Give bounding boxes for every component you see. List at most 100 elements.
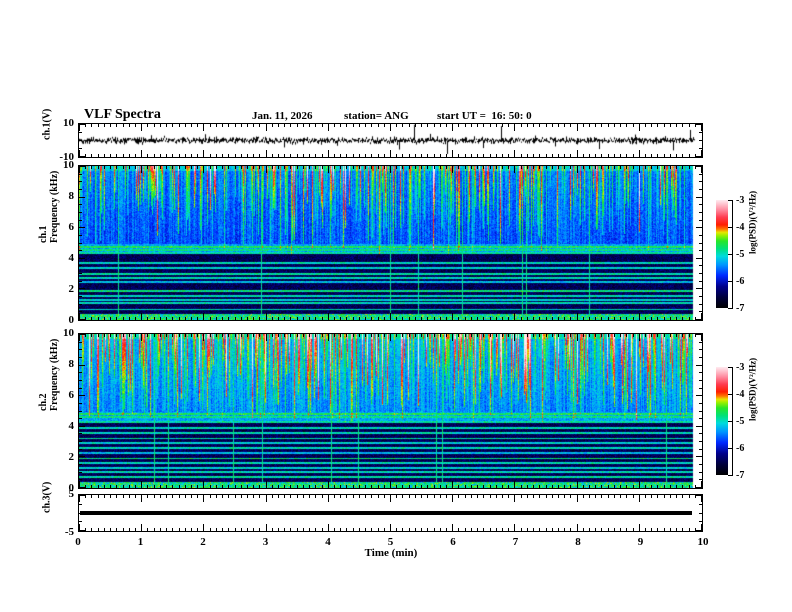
- x-tick: [514, 495, 515, 502]
- x-tick: [359, 124, 360, 127]
- x-tick: [427, 495, 428, 498]
- x-tick: [402, 166, 403, 169]
- x-tick: [110, 317, 111, 320]
- x-tick: [546, 495, 547, 498]
- x-tick: [514, 481, 515, 488]
- x-tick: [228, 166, 229, 169]
- x-tick: [284, 154, 285, 157]
- time-tick-label: 4: [325, 536, 331, 548]
- x-tick: [452, 334, 453, 341]
- x-tick: [91, 495, 92, 498]
- x-tick: [471, 528, 472, 531]
- x-tick: [290, 154, 291, 157]
- x-tick: [471, 124, 472, 127]
- x-tick: [228, 485, 229, 488]
- x-tick: [570, 485, 571, 488]
- x-tick: [203, 495, 204, 502]
- x-tick: [266, 150, 267, 157]
- x-tick: [446, 495, 447, 498]
- x-tick: [458, 124, 459, 127]
- y-tick: [699, 521, 702, 522]
- y-tick: [699, 235, 702, 236]
- x-tick: [179, 485, 180, 488]
- freq-tick-label-ch1: 6: [68, 221, 75, 233]
- x-tick: [514, 524, 515, 531]
- x-tick: [266, 334, 267, 341]
- y-tick: [79, 342, 82, 343]
- x-tick: [378, 317, 379, 320]
- x-tick: [552, 495, 553, 498]
- x-tick: [98, 334, 99, 337]
- x-tick: [415, 317, 416, 320]
- x-tick: [689, 166, 690, 169]
- x-tick: [378, 528, 379, 531]
- x-tick: [664, 334, 665, 337]
- x-tick: [353, 124, 354, 127]
- x-tick: [98, 495, 99, 498]
- x-tick: [266, 313, 267, 320]
- x-tick: [91, 166, 92, 169]
- x-tick: [539, 124, 540, 127]
- x-tick: [552, 334, 553, 337]
- x-tick: [210, 317, 211, 320]
- x-tick: [353, 166, 354, 169]
- colorbar-tick-label: -3: [736, 195, 745, 206]
- x-tick: [465, 495, 466, 498]
- x-tick: [241, 495, 242, 498]
- x-tick: [434, 124, 435, 127]
- x-tick: [123, 154, 124, 157]
- x-tick: [601, 485, 602, 488]
- x-tick: [303, 124, 304, 127]
- x-tick: [676, 528, 677, 531]
- y-tick: [699, 148, 702, 149]
- x-tick: [247, 495, 248, 498]
- x-tick: [346, 317, 347, 320]
- x-tick: [378, 334, 379, 337]
- x-tick: [452, 150, 453, 157]
- x-tick: [185, 124, 186, 127]
- x-tick: [191, 166, 192, 169]
- x-tick: [396, 317, 397, 320]
- y-tick: [699, 449, 702, 450]
- x-tick: [490, 317, 491, 320]
- x-tick: [483, 124, 484, 127]
- colorbar-axis: [732, 200, 733, 309]
- y-tick: [79, 132, 82, 133]
- x-tick: [477, 485, 478, 488]
- x-tick: [577, 334, 578, 341]
- station-label: station= ANG: [344, 110, 409, 122]
- x-tick: [402, 495, 403, 498]
- x-tick: [689, 124, 690, 127]
- x-tick: [116, 495, 117, 498]
- x-tick: [104, 528, 105, 531]
- y-tick: [79, 456, 85, 457]
- x-tick: [253, 154, 254, 157]
- x-tick: [502, 485, 503, 488]
- colorbar-tick: [728, 448, 732, 449]
- x-tick: [272, 485, 273, 488]
- x-tick: [676, 334, 677, 337]
- x-tick: [608, 166, 609, 169]
- x-tick: [123, 166, 124, 169]
- x-tick: [577, 150, 578, 157]
- x-tick: [328, 524, 329, 531]
- x-tick: [334, 317, 335, 320]
- x-tick: [235, 334, 236, 337]
- x-tick: [91, 124, 92, 127]
- ch3-zero-line: [80, 511, 692, 515]
- y-tick: [79, 124, 85, 125]
- x-tick: [179, 495, 180, 498]
- x-tick: [415, 334, 416, 337]
- x-tick: [371, 124, 372, 127]
- x-tick: [409, 166, 410, 169]
- x-tick: [639, 124, 640, 131]
- y-tick: [79, 349, 82, 350]
- x-tick: [85, 124, 86, 127]
- x-tick: [670, 154, 671, 157]
- x-tick: [191, 528, 192, 531]
- x-tick: [633, 485, 634, 488]
- x-tick: [222, 317, 223, 320]
- y-tick: [79, 148, 82, 149]
- x-tick: [197, 124, 198, 127]
- x-tick: [682, 154, 683, 157]
